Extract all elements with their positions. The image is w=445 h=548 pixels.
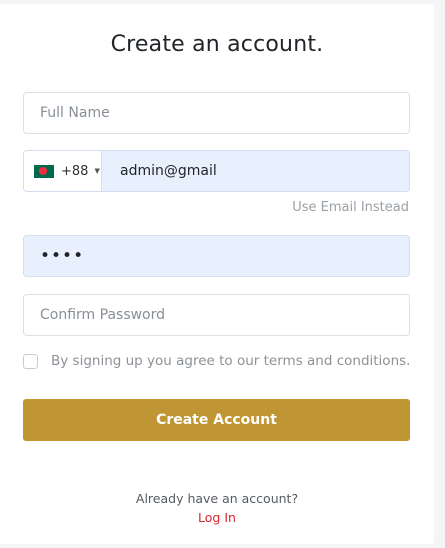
bangladesh-flag-icon: [34, 164, 54, 178]
phone-input[interactable]: +88 ▼ admin@gmail: [23, 150, 410, 192]
already-have-account-text: Already have an account?: [135, 491, 299, 506]
signup-card: Create an account. Full Name +88 ▼ admin…: [0, 4, 434, 544]
confirm-password-input[interactable]: Confirm Password: [23, 294, 410, 336]
page-title: Create an account.: [110, 32, 324, 57]
dial-code: +88: [61, 163, 89, 179]
login-link[interactable]: Log In: [0, 510, 434, 525]
terms-label: By signing up you agree to our terms and…: [51, 353, 411, 369]
country-code-select[interactable]: +88 ▼: [24, 151, 102, 191]
use-email-instead-link[interactable]: Use Email Instead: [292, 200, 409, 215]
confirm-password-placeholder: Confirm Password: [40, 307, 166, 323]
terms-checkbox[interactable]: [23, 353, 38, 369]
password-value: ••••: [40, 246, 85, 266]
create-account-button[interactable]: Create Account: [23, 399, 410, 441]
terms-row: By signing up you agree to our terms and…: [23, 353, 410, 369]
chevron-down-icon: ▼: [94, 167, 100, 175]
full-name-placeholder: Full Name: [40, 105, 110, 121]
full-name-input[interactable]: Full Name: [23, 92, 410, 134]
phone-email-value: admin@gmail: [120, 163, 217, 179]
password-input[interactable]: ••••: [23, 235, 410, 277]
